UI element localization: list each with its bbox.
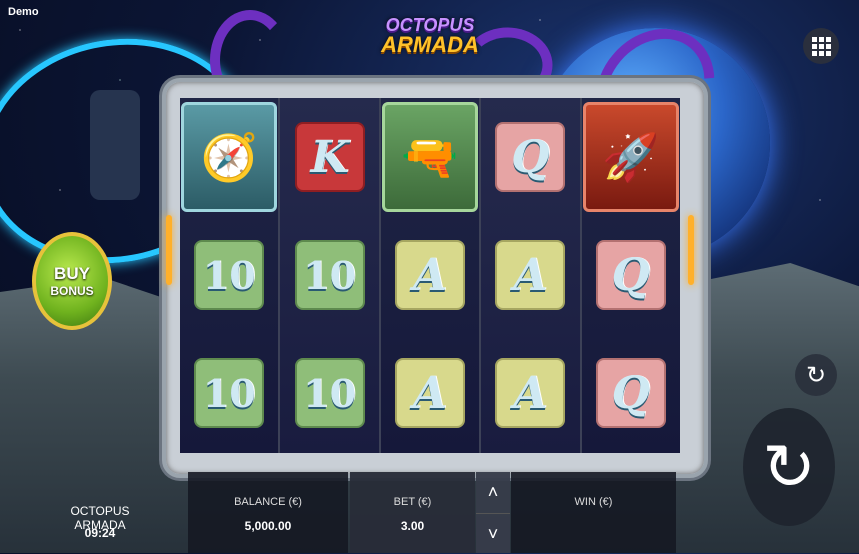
bet-value: 3.00 <box>400 519 425 533</box>
reel-cell: Q <box>582 216 680 334</box>
symbol-10: 10 <box>294 240 365 310</box>
bet-label: BET (€) <box>393 496 432 508</box>
demo-label: Demo <box>8 6 39 18</box>
ray-gun-icon: 🔫 <box>382 102 479 212</box>
buy-bonus-button[interactable]: BUY BONUS <box>32 232 112 330</box>
win-panel: WIN (€) <box>511 472 676 553</box>
frame-light-left <box>166 215 172 285</box>
reel-cell: 🔫 <box>381 98 479 216</box>
reel-cell: 10 <box>280 334 378 452</box>
reel-cell: Q <box>582 334 680 452</box>
reel-cell: 🚀 <box>582 98 680 216</box>
reel-cell: K <box>280 98 378 216</box>
reel-cell: 10 <box>180 334 278 452</box>
symbol-k: K <box>294 122 365 192</box>
symbol-10: 10 <box>294 358 365 428</box>
frame-light-right <box>688 215 694 285</box>
game-logo: OCTOPUS ARMADA <box>380 16 480 56</box>
reel-cell: 10 <box>180 216 278 334</box>
balance-value: 5,000.00 <box>244 519 292 533</box>
reel-cell: 🧭 <box>180 98 278 216</box>
menu-button[interactable] <box>803 28 839 64</box>
autoplay-icon: ↻ <box>805 361 827 389</box>
balance-label: BALANCE (€) <box>234 496 302 508</box>
chevron-up-icon: ˄ <box>487 481 499 502</box>
spin-button[interactable]: ↻ <box>743 408 835 526</box>
reel-cell: A <box>381 334 479 452</box>
symbol-q: Q <box>495 122 566 192</box>
win-label: WIN (€) <box>574 496 613 508</box>
reel-1: 🧭 10 10 <box>180 98 281 453</box>
grid-menu-icon <box>811 36 831 56</box>
reel-cell: A <box>481 216 579 334</box>
reel-cell: A <box>381 216 479 334</box>
balance-panel: BALANCE (€) 5,000.00 <box>188 472 348 553</box>
reel-4: QAA <box>481 98 582 453</box>
spin-icon: ↻ <box>762 430 816 503</box>
symbol-a: A <box>495 358 566 428</box>
space-station-hub <box>90 90 140 200</box>
bet-panel: BET (€) 3.00 <box>350 472 475 553</box>
clock: 09:24 <box>84 526 116 540</box>
compass-icon: 🧭 <box>181 102 278 212</box>
reel-5: 🚀 Q Q <box>581 98 681 453</box>
symbol-10: 10 <box>194 358 265 428</box>
logo-line2: ARMADA <box>381 32 479 57</box>
bet-increase-button[interactable]: ˄ <box>476 472 510 512</box>
footer-bar: OCTOPUS ARMADA 09:24 BALANCE (€) 5,000.0… <box>0 472 859 553</box>
chevron-down-icon: ˅ <box>487 523 499 544</box>
bet-decrease-button[interactable]: ˅ <box>476 513 510 554</box>
bet-stepper: ˄ ˅ <box>476 472 510 553</box>
buy-bonus-label-2: BONUS <box>50 284 94 298</box>
symbol-q: Q <box>595 358 666 428</box>
symbol-q: Q <box>595 240 666 310</box>
symbol-a: A <box>495 240 566 310</box>
rocket-icon: 🚀 <box>582 102 679 212</box>
reel-cell: Q <box>481 98 579 216</box>
reel-area: 🧭 10 10 K 10 10 🔫 A A Q A A 🚀 Q Q <box>180 98 681 453</box>
reel-cell: 10 <box>280 216 378 334</box>
symbol-a: A <box>395 358 466 428</box>
reel-cell: A <box>481 334 579 452</box>
symbol-10: 10 <box>194 240 265 310</box>
reel-2: K 10 10 <box>280 98 381 453</box>
reel-3: 🔫 A A <box>380 98 482 453</box>
autoplay-button[interactable]: ↻ <box>795 354 837 396</box>
symbol-a: A <box>395 240 466 310</box>
buy-bonus-label-1: BUY <box>54 264 90 283</box>
